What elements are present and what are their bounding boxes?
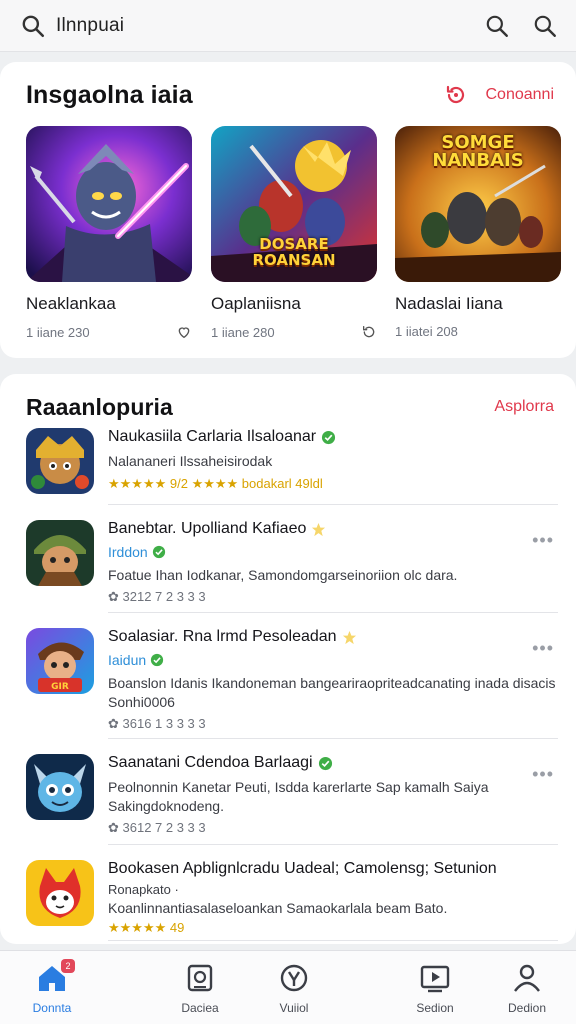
featured-game-meta: 1 iiatei 208 <box>395 324 458 339</box>
svg-text:GIR: GIR <box>51 682 69 692</box>
app-stats: ✿ 3616 1 3 3 3 3 <box>108 716 206 731</box>
divider <box>108 504 558 505</box>
nav-label: Vuiiol <box>279 1001 309 1015</box>
popular-section: Raaanlopuria Asplorra Naukasiila Carlari… <box>0 374 576 944</box>
app-title: Banebtar. Upolliand Kafiaeo <box>108 520 307 537</box>
nav-label: Dedion <box>507 1001 547 1015</box>
featured-title: Insgaolna iaia <box>26 80 193 109</box>
app-developer[interactable]: Irddon <box>108 544 148 560</box>
nav-item-profile[interactable]: Dedion <box>482 961 572 1015</box>
app-title: Saanatani Cdendoa Barlaagi <box>108 754 313 771</box>
more-options-icon[interactable]: ••• <box>532 764 554 785</box>
verified-badge-icon <box>318 756 332 770</box>
notification-badge: 2 <box>61 959 75 973</box>
search-icon[interactable] <box>484 13 510 39</box>
nav-label: Donnta <box>32 1001 72 1015</box>
heart-outline-icon[interactable] <box>176 324 192 340</box>
app-description: Foatue Ihan Iodkanar, Samondomgarseinori… <box>108 567 458 583</box>
game-art-warrior[interactable] <box>26 126 192 282</box>
divider <box>108 738 558 739</box>
list-item[interactable]: GIR Soalasiar. Rna lrmd Pesoleadan Iaidu… <box>26 628 558 732</box>
search-query[interactable]: Ilnnpuai <box>56 15 462 37</box>
refresh-icon[interactable] <box>444 83 468 107</box>
featured-section: Insgaolna iaia Conoanni Neaklankaa 1 iia… <box>0 62 576 358</box>
app-rating: ★★★★★ 9/2 ★★★★ bodakarl 49ldl <box>108 476 323 491</box>
star-icon <box>342 630 356 644</box>
play-screen-icon[interactable] <box>418 961 452 995</box>
compass-icon[interactable] <box>277 961 311 995</box>
divider <box>108 612 558 613</box>
popular-explore-link[interactable]: Asplorra <box>494 398 554 416</box>
featured-header: Insgaolna iaia Conoanni <box>26 78 554 112</box>
nav-label: Sedion <box>416 1001 454 1015</box>
app-icon[interactable] <box>26 520 94 586</box>
nav-label: Daciea <box>181 1001 219 1015</box>
featured-game-name: Oaplaniisna <box>211 294 301 313</box>
featured-game-meta: 1 iiane 280 <box>211 324 275 340</box>
app-description: Boanslon Idanis Ikandoneman bangeariraop… <box>108 675 556 710</box>
featured-game-name: Nadaslai Iiana <box>395 294 503 313</box>
user-icon[interactable] <box>510 961 544 995</box>
verified-badge-icon <box>322 430 336 444</box>
game-card-icon[interactable] <box>183 961 217 995</box>
featured-game-art-label: SOMGE NANBAIS <box>432 132 524 171</box>
featured-game-tile[interactable]: SOMGE NANBAIS Nadaslai Iiana 1 iiatei 20… <box>395 126 561 339</box>
app-icon[interactable] <box>26 754 94 820</box>
app-description: Peolnonnin Kanetar Peuti, Isdda karerlar… <box>108 779 489 814</box>
app-stats: ✿ 3612 7 2 3 3 3 <box>108 820 206 835</box>
app-title: Bookasen Apblignlcradu Uadeal; Camolensg… <box>108 860 497 877</box>
verified-badge-icon <box>151 653 164 667</box>
search-bar[interactable]: Ilnnpuai <box>0 0 576 52</box>
more-options-icon[interactable]: ••• <box>532 638 554 659</box>
nav-item-video[interactable]: Vuiiol <box>249 961 339 1015</box>
popular-header: Raaanlopuria Asplorra <box>26 392 554 422</box>
featured-game-tile[interactable]: DOSARE ROANSAN Oaplaniisna 1 iiane 280 <box>211 126 377 340</box>
game-art-battle[interactable]: DOSARE ROANSAN <box>211 126 377 282</box>
nav-item-games[interactable]: Daciea <box>155 961 245 1015</box>
refresh-icon[interactable] <box>361 324 377 340</box>
app-icon[interactable] <box>26 428 94 494</box>
nav-item-home[interactable]: 2 Donnta <box>7 959 97 1015</box>
list-item[interactable]: Naukasiila Carlaria Ilsaloanar Nalananer… <box>26 428 558 494</box>
app-title: Soalasiar. Rna lrmd Pesoleadan <box>108 628 337 645</box>
featured-game-meta: 1 iiane 230 <box>26 324 90 340</box>
app-title: Naukasiila Carlaria Ilsaloanar <box>108 428 317 445</box>
divider <box>108 844 558 845</box>
app-rating: ★★★★★ 49 <box>108 920 185 935</box>
list-item[interactable]: Saanatani Cdendoa Barlaagi Peolnonnin Ka… <box>26 754 558 836</box>
featured-see-all-link[interactable]: Conoanni <box>486 86 555 104</box>
bottom-navigation: 2 Donnta Daciea Vuiiol Sedion Dedion <box>0 950 576 1024</box>
app-icon[interactable] <box>26 860 94 926</box>
featured-game-tile[interactable]: Neaklankaa 1 iiane 230 <box>26 126 192 340</box>
verified-badge-icon <box>152 545 165 559</box>
list-item[interactable]: Banebtar. Upolliand Kafiaeo Irddon Foatu… <box>26 520 558 605</box>
search-icon[interactable] <box>20 13 46 39</box>
featured-game-art-label: DOSARE ROANSAN <box>252 235 336 269</box>
app-developer[interactable]: Iaidun <box>108 652 146 668</box>
app-description: Nalananeri Ilssaheisirodak <box>108 453 273 469</box>
divider <box>108 940 558 941</box>
nav-item-media[interactable]: Sedion <box>390 961 480 1015</box>
app-description-secondary: Koanlinnantiasalaseloankan Samaokarlala … <box>108 900 448 916</box>
search-icon[interactable] <box>532 13 558 39</box>
app-stats: ✿ 3212 7 2 3 3 3 <box>108 589 206 604</box>
app-description: Ronapkato · <box>108 882 179 897</box>
list-item[interactable]: Bookasen Apblignlcradu Uadeal; Camolensg… <box>26 860 558 936</box>
featured-game-name: Neaklankaa <box>26 294 116 313</box>
app-icon[interactable]: GIR <box>26 628 94 694</box>
more-options-icon[interactable]: ••• <box>532 530 554 551</box>
star-icon <box>312 522 326 536</box>
popular-title: Raaanlopuria <box>26 393 173 420</box>
game-art-army[interactable]: SOMGE NANBAIS <box>395 126 561 282</box>
